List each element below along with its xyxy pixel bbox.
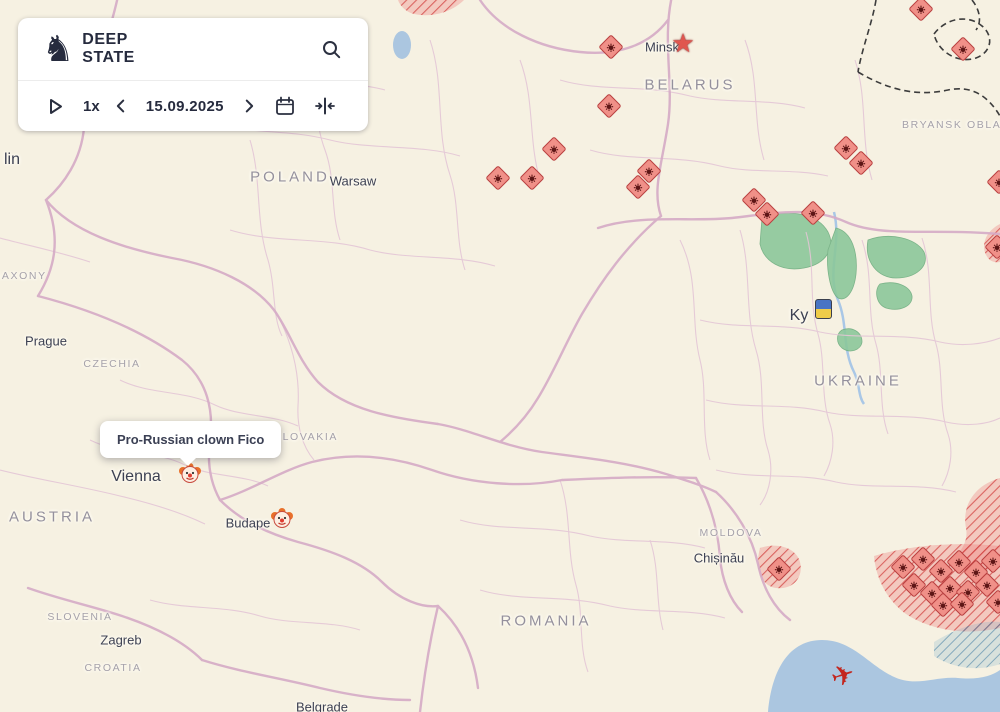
mine-icon xyxy=(494,174,503,183)
play-icon xyxy=(46,97,65,116)
minsk-star-marker[interactable]: ★ xyxy=(671,30,694,56)
control-panel: ♞ DEEP STATE 1x xyxy=(18,18,368,131)
mine-icon xyxy=(910,581,919,590)
timeline-row: 1x 15.09.2025 xyxy=(18,81,368,131)
map-canvas[interactable]: lin POLAND Warsaw BELARUS Minsk BRYANSK … xyxy=(0,0,1000,712)
calendar-button[interactable] xyxy=(270,91,300,121)
mine-icon xyxy=(550,145,559,154)
mine-icon xyxy=(809,209,818,218)
mine-icon xyxy=(937,567,946,576)
mine-icon xyxy=(857,159,866,168)
mine-icon xyxy=(899,563,908,572)
chess-knight-icon: ♞ xyxy=(42,31,74,67)
clown-icon xyxy=(270,507,294,531)
collapse-horizontal-icon xyxy=(314,95,336,117)
mine-icon xyxy=(928,589,937,598)
calendar-icon xyxy=(274,95,296,117)
prev-day-button[interactable] xyxy=(108,93,134,119)
mine-icon xyxy=(983,581,992,590)
speed-toggle[interactable]: 1x xyxy=(83,98,100,115)
mine-icon xyxy=(958,600,967,609)
mine-icon xyxy=(775,565,784,574)
mine-icon xyxy=(917,5,926,14)
app-title-line2: STATE xyxy=(82,49,135,67)
mine-icon xyxy=(989,557,998,566)
app-title-line1: DEEP xyxy=(82,31,135,49)
clown-marker[interactable] xyxy=(270,507,294,531)
date-display[interactable]: 15.09.2025 xyxy=(146,98,224,115)
mine-icon xyxy=(607,43,616,52)
mine-icon xyxy=(972,568,981,577)
app-logo[interactable]: ♞ DEEP STATE xyxy=(42,31,135,67)
next-day-button[interactable] xyxy=(236,93,262,119)
chevron-right-icon xyxy=(240,97,258,115)
mine-icon xyxy=(946,584,955,593)
mine-icon xyxy=(995,178,1000,187)
kyiv-flag-marker[interactable] xyxy=(815,299,832,319)
mine-icon xyxy=(645,167,654,176)
collapse-timeline-button[interactable] xyxy=(310,91,340,121)
play-button[interactable] xyxy=(42,93,69,120)
mine-icon xyxy=(959,45,968,54)
mine-icon xyxy=(939,601,948,610)
mine-icon xyxy=(919,555,928,564)
mine-icon xyxy=(605,102,614,111)
mine-icon xyxy=(994,598,1000,607)
mine-icon xyxy=(763,210,772,219)
mine-icon xyxy=(842,144,851,153)
header-row: ♞ DEEP STATE xyxy=(18,18,368,81)
search-button[interactable] xyxy=(317,35,346,64)
mine-icon xyxy=(528,174,537,183)
app-title: DEEP STATE xyxy=(82,31,135,67)
mine-icon xyxy=(993,243,1000,252)
mine-icon xyxy=(955,558,964,567)
search-icon xyxy=(321,39,342,60)
map-tooltip: Pro-Russian clown Fico xyxy=(100,421,281,458)
chevron-left-icon xyxy=(112,97,130,115)
mine-icon xyxy=(750,196,759,205)
mine-icon xyxy=(634,183,643,192)
